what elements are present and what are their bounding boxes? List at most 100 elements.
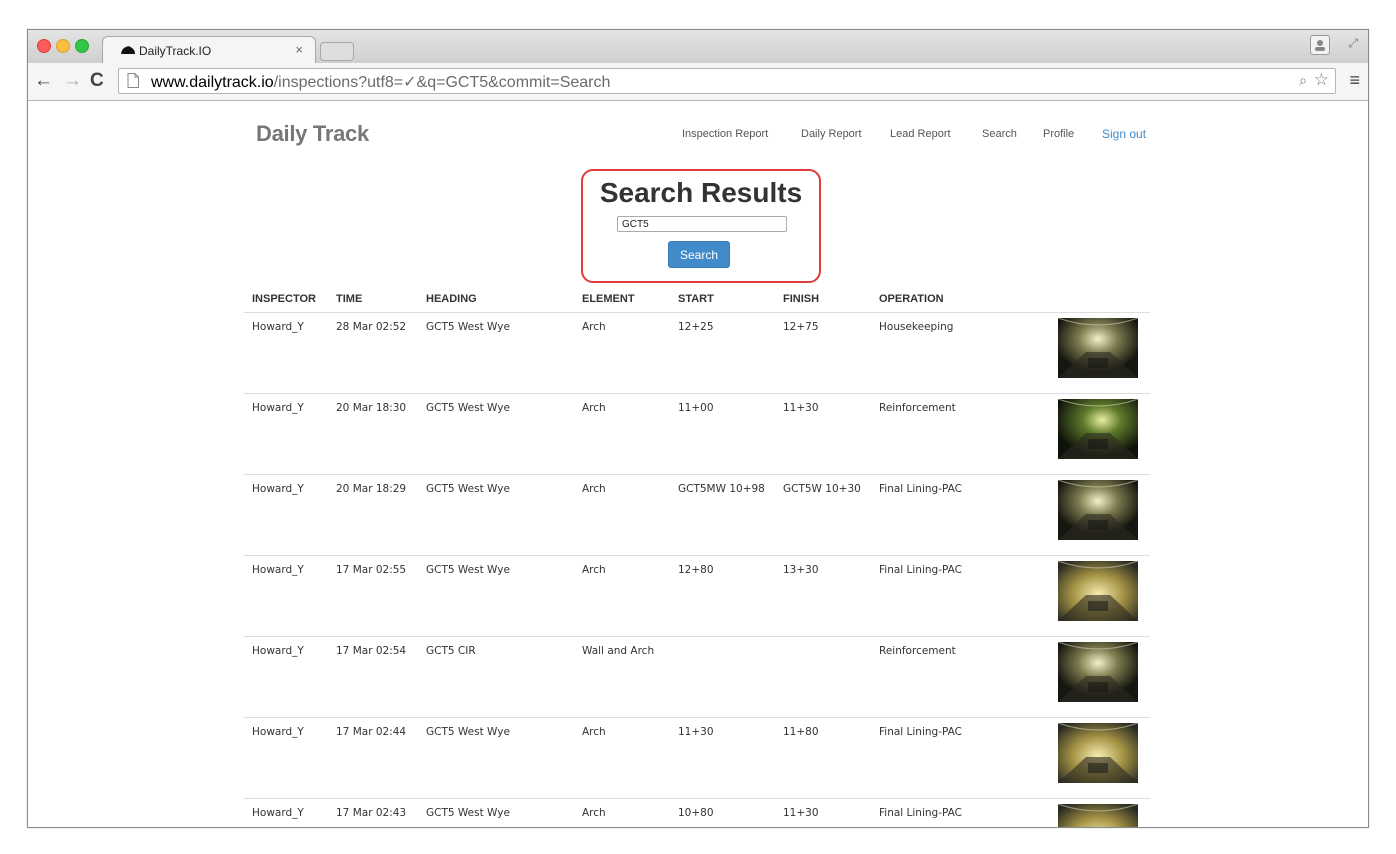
cell-inspector: Howard_Y bbox=[244, 393, 328, 475]
cell-photo bbox=[1048, 717, 1150, 799]
cell-element: Arch bbox=[574, 312, 670, 394]
cell-start: 10+80 bbox=[670, 798, 775, 827]
table-row[interactable]: Howard_Y 17 Mar 02:55 GCT5 West Wye Arch 12+… bbox=[244, 555, 1150, 637]
cell-inspector: Howard_Y bbox=[244, 474, 328, 556]
cell-operation: Final Lining-PAC bbox=[871, 474, 1048, 556]
nav-lead-report[interactable]: Lead Report bbox=[890, 128, 951, 140]
table-header-row: INSPECTOR TIME HEADING ELEMENT START FIN… bbox=[244, 285, 1150, 313]
back-arrow-icon[interactable]: ← bbox=[34, 70, 53, 92]
cell-finish: 13+30 bbox=[775, 555, 871, 637]
cell-operation: Final Lining-PAC bbox=[871, 798, 1048, 827]
inspection-photo[interactable] bbox=[1058, 642, 1138, 702]
search-input[interactable] bbox=[617, 216, 787, 232]
browser-window: DailyTrack.IO × ⤢ ← → C www.dailytrack.i… bbox=[27, 29, 1369, 828]
nav-inspection-report[interactable]: Inspection Report bbox=[682, 128, 768, 140]
column-header-start: START bbox=[670, 285, 775, 313]
cell-operation: Reinforcement bbox=[871, 636, 1048, 718]
table-row[interactable]: Howard_Y 20 Mar 18:29 GCT5 West Wye Arch GCT… bbox=[244, 474, 1150, 556]
cell-element: Arch bbox=[574, 798, 670, 827]
cell-start: 11+30 bbox=[670, 717, 775, 799]
cell-operation: Final Lining-PAC bbox=[871, 555, 1048, 637]
cell-photo bbox=[1048, 555, 1150, 637]
cell-inspector: Howard_Y bbox=[244, 636, 328, 718]
cell-element: Wall and Arch bbox=[574, 636, 670, 718]
browser-toolbar: ← → C www.dailytrack.io/inspections?utf8… bbox=[28, 63, 1368, 101]
cell-operation: Final Lining-PAC bbox=[871, 717, 1048, 799]
inspection-photo[interactable] bbox=[1058, 804, 1138, 828]
column-header-time: TIME bbox=[328, 285, 418, 313]
tab-close-icon[interactable]: × bbox=[295, 42, 303, 57]
cell-element: Arch bbox=[574, 474, 670, 556]
cell-finish: 11+30 bbox=[775, 798, 871, 827]
cell-time: 17 Mar 02:43 bbox=[328, 798, 418, 827]
cell-time: 17 Mar 02:55 bbox=[328, 555, 418, 637]
nav-search[interactable]: Search bbox=[982, 128, 1017, 140]
table-row[interactable]: Howard_Y 17 Mar 02:43 GCT5 West Wye Arch 10+… bbox=[244, 798, 1150, 828]
brand-logo[interactable]: Daily Track bbox=[256, 121, 369, 147]
url-text: www.dailytrack.io/inspections?utf8=✓&q=G… bbox=[151, 74, 611, 91]
cell-photo bbox=[1048, 636, 1150, 718]
page-icon bbox=[127, 73, 139, 88]
cell-photo bbox=[1048, 393, 1150, 475]
reload-icon[interactable]: C bbox=[90, 70, 104, 92]
zoom-icon[interactable]: ⌕ bbox=[1299, 72, 1307, 89]
table-row[interactable]: Howard_Y 20 Mar 18:30 GCT5 West Wye Arch 11+… bbox=[244, 393, 1150, 475]
cell-finish bbox=[775, 636, 871, 718]
cell-time: 20 Mar 18:30 bbox=[328, 393, 418, 475]
page-content: Daily Track Inspection Report Daily Repo… bbox=[28, 101, 1368, 827]
inspection-photo[interactable] bbox=[1058, 480, 1138, 540]
cell-photo bbox=[1048, 312, 1150, 394]
cell-start bbox=[670, 636, 775, 718]
cell-photo bbox=[1048, 474, 1150, 556]
nav-sign-out[interactable]: Sign out bbox=[1102, 127, 1146, 141]
maximize-window-button[interactable] bbox=[75, 39, 89, 53]
search-button[interactable]: Search bbox=[668, 241, 730, 268]
cell-heading: GCT5 West Wye bbox=[418, 798, 574, 827]
cell-operation: Reinforcement bbox=[871, 393, 1048, 475]
column-header-heading: HEADING bbox=[418, 285, 574, 313]
minimize-window-button[interactable] bbox=[56, 39, 70, 53]
user-profile-icon[interactable] bbox=[1310, 35, 1330, 55]
fullscreen-icon[interactable]: ⤢ bbox=[1348, 36, 1358, 51]
tab-title: DailyTrack.IO bbox=[139, 44, 212, 58]
cell-inspector: Howard_Y bbox=[244, 798, 328, 827]
address-bar[interactable]: www.dailytrack.io/inspections?utf8=✓&q=G… bbox=[118, 68, 1336, 94]
cell-finish: GCT5W 10+30 bbox=[775, 474, 871, 556]
inspection-photo[interactable] bbox=[1058, 723, 1138, 783]
browser-tab[interactable]: DailyTrack.IO × bbox=[102, 36, 316, 64]
cell-start: 12+80 bbox=[670, 555, 775, 637]
cell-finish: 11+80 bbox=[775, 717, 871, 799]
cell-heading: GCT5 CIR bbox=[418, 636, 574, 718]
nav-profile[interactable]: Profile bbox=[1043, 128, 1074, 140]
cell-heading: GCT5 West Wye bbox=[418, 474, 574, 556]
bookmark-star-icon[interactable]: ☆ bbox=[1314, 70, 1329, 90]
column-header-element: ELEMENT bbox=[574, 285, 670, 313]
table-row[interactable]: Howard_Y 17 Mar 02:44 GCT5 West Wye Arch 11+… bbox=[244, 717, 1150, 799]
cell-time: 17 Mar 02:54 bbox=[328, 636, 418, 718]
nav-daily-report[interactable]: Daily Report bbox=[801, 128, 862, 140]
cell-start: GCT5MW 10+98 bbox=[670, 474, 775, 556]
cell-inspector: Howard_Y bbox=[244, 717, 328, 799]
results-table: INSPECTOR TIME HEADING ELEMENT START FIN… bbox=[244, 285, 1150, 828]
table-row[interactable]: Howard_Y 28 Mar 02:52 GCT5 West Wye Arch 12+… bbox=[244, 312, 1150, 394]
forward-arrow-icon[interactable]: → bbox=[63, 70, 82, 92]
page-title: Search Results bbox=[599, 177, 803, 208]
cell-start: 11+00 bbox=[670, 393, 775, 475]
cell-heading: GCT5 West Wye bbox=[418, 393, 574, 475]
table-row[interactable]: Howard_Y 17 Mar 02:54 GCT5 CIR Wall and Arc… bbox=[244, 636, 1150, 718]
cell-operation: Housekeeping bbox=[871, 312, 1048, 394]
menu-hamburger-icon[interactable]: ≡ bbox=[1349, 71, 1360, 89]
inspection-photo[interactable] bbox=[1058, 561, 1138, 621]
close-window-button[interactable] bbox=[37, 39, 51, 53]
inspection-photo[interactable] bbox=[1058, 318, 1138, 378]
search-form: Search Results Search bbox=[581, 169, 821, 283]
cell-time: 20 Mar 18:29 bbox=[328, 474, 418, 556]
cell-time: 28 Mar 02:52 bbox=[328, 312, 418, 394]
cell-finish: 12+75 bbox=[775, 312, 871, 394]
cell-heading: GCT5 West Wye bbox=[418, 717, 574, 799]
cell-time: 17 Mar 02:44 bbox=[328, 717, 418, 799]
inspection-photo[interactable] bbox=[1058, 399, 1138, 459]
cell-start: 12+25 bbox=[670, 312, 775, 394]
cloud-favicon-icon bbox=[121, 46, 135, 54]
new-tab-button[interactable] bbox=[320, 42, 354, 61]
